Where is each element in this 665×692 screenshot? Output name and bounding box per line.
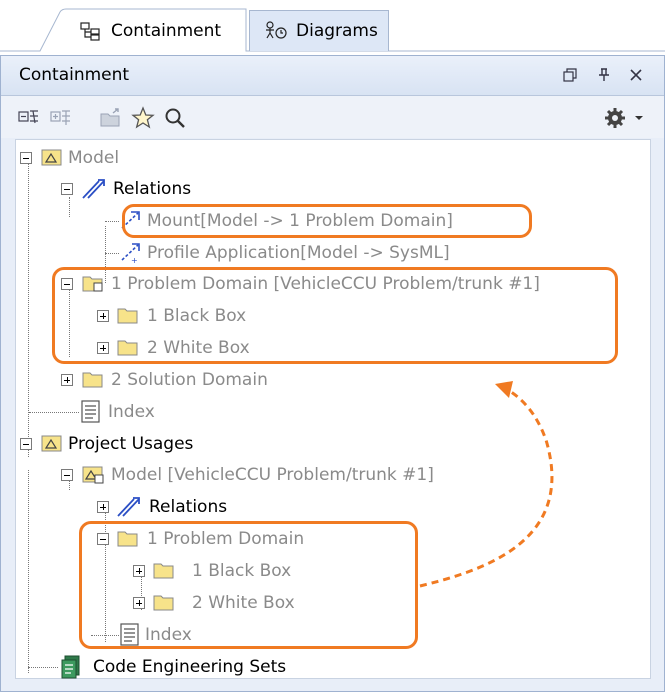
- toolbar: [1, 96, 664, 138]
- reference-arrow: [419, 381, 554, 588]
- gear-icon[interactable]: [601, 104, 629, 132]
- restore-icon[interactable]: [559, 64, 581, 86]
- tab-strip: Containment Diagrams: [0, 0, 665, 55]
- pin-icon[interactable]: [593, 64, 615, 86]
- panel-header: Containment: [1, 56, 664, 96]
- collapse-all-icon[interactable]: [15, 104, 43, 132]
- panel-title: Containment: [19, 65, 130, 85]
- expand-all-icon[interactable]: [47, 104, 75, 132]
- diagrams-icon: [264, 21, 288, 41]
- tab-containment-label: Containment: [111, 20, 222, 41]
- close-icon[interactable]: [625, 64, 647, 86]
- star-icon[interactable]: [129, 104, 157, 132]
- tab-containment[interactable]: Containment: [65, 10, 247, 51]
- containment-panel: Containment Model Relations Mount[Model …: [0, 55, 665, 692]
- tab-diagrams-label: Diagrams: [296, 21, 378, 41]
- open-folder-icon[interactable]: [97, 104, 125, 132]
- tab-diagrams[interactable]: Diagrams: [249, 10, 389, 51]
- containment-tree-icon: [79, 21, 103, 41]
- dropdown-arrow-icon[interactable]: [631, 104, 647, 132]
- search-icon[interactable]: [161, 104, 189, 132]
- containment-tree: Model Relations Mount[Model -> 1 Problem…: [15, 139, 651, 679]
